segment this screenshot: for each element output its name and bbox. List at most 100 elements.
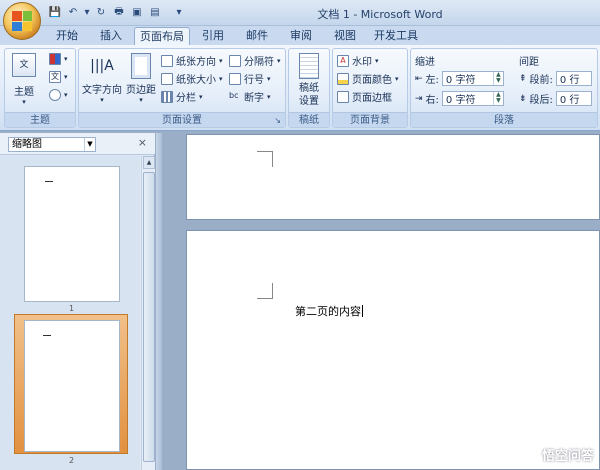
spacing-title: 间距 xyxy=(519,57,539,68)
line-numbers-icon xyxy=(229,72,241,85)
text-direction-button[interactable]: |||A 文字方向 ▾ xyxy=(81,53,123,104)
chevron-down-icon: ▾ xyxy=(22,98,26,106)
themes-group-label: 主题 xyxy=(5,112,75,127)
thumbnail-text-mark xyxy=(43,335,51,336)
tab-references[interactable]: 引用 xyxy=(192,27,234,46)
pane-header: 缩略图 ▼ × xyxy=(0,133,155,155)
chevron-down-icon: ▾ xyxy=(139,96,143,104)
close-icon[interactable]: × xyxy=(138,136,147,149)
page-color-icon xyxy=(337,72,349,85)
line-numbers-button[interactable]: 行号 ▾ xyxy=(229,71,271,86)
themes-group: 文 主题 ▾ ▾ 文 ▾ ▾ 主题 xyxy=(4,48,76,128)
indent-right-icon: ⇥ xyxy=(415,93,423,104)
ribbon: 文 主题 ▾ ▾ 文 ▾ ▾ 主题 |||A 文字方向 ▾ 页边距 ▾ 纸张方向 ▾ xyxy=(0,45,600,131)
spacing-after-icon: ⇟ xyxy=(519,93,527,104)
orientation-button[interactable]: 纸张方向 ▾ xyxy=(161,53,223,68)
indent-title: 缩进 xyxy=(415,57,435,68)
site-watermark: 悟空问答 xyxy=(519,445,594,464)
pane-splitter[interactable] xyxy=(156,133,162,470)
draft-paper-icon xyxy=(299,53,319,79)
office-logo-icon xyxy=(12,11,32,31)
title-bar: 💾 ↶ ▾ ↻ 🖶 ▣ ▤ ▾ 文档 1 - Microsoft Word xyxy=(0,0,600,26)
tab-review[interactable]: 审阅 xyxy=(280,27,322,46)
themes-button[interactable]: 文 主题 ▾ xyxy=(11,53,37,106)
tab-mailings[interactable]: 邮件 xyxy=(236,27,278,46)
chevron-down-icon: ▾ xyxy=(100,96,104,104)
tab-insert[interactable]: 插入 xyxy=(90,27,132,46)
thumbnail-page-number: 1 xyxy=(69,304,75,313)
page-setup-group: |||A 文字方向 ▾ 页边距 ▾ 纸张方向 ▾ 纸张大小 ▾ 分栏 ▾ 分隔符 ▾ 行… xyxy=(78,48,286,128)
indent-right: ⇥ 右: 0 字符 ▲ ▼ xyxy=(415,91,504,106)
paper-size-icon xyxy=(161,72,173,85)
window-title: 文档 1 - Microsoft Word xyxy=(317,8,443,21)
document-page-1[interactable] xyxy=(186,134,600,220)
tab-page-layout[interactable]: 页面布局 xyxy=(134,27,190,46)
paragraph-group: 缩进 间距 ⇤ 左: 0 字符 ▲ ▼ ⇥ 右: 0 字符 ▲ ▼ ⇞ 段前: 0 行 … xyxy=(410,48,598,128)
draft-paper-group: 稿纸 设置 稿纸 xyxy=(288,48,330,128)
tab-developer[interactable]: 开发工具 xyxy=(366,27,426,46)
spacing-before-icon: ⇞ xyxy=(519,73,527,84)
page-borders-button[interactable]: 页面边框 xyxy=(337,89,392,104)
theme-colors-button[interactable]: ▾ xyxy=(49,53,68,65)
watermark-icon: A xyxy=(337,54,349,67)
pane-scrollbar[interactable]: ▲ xyxy=(141,156,155,470)
theme-effects-icon xyxy=(49,89,61,101)
theme-colors-icon xyxy=(49,53,61,65)
office-button[interactable] xyxy=(3,2,41,40)
tab-view[interactable]: 视图 xyxy=(324,27,366,46)
chevron-down-icon: ▼ xyxy=(84,138,95,151)
spacing-after: ⇟ 段后: 0 行 xyxy=(519,91,592,106)
size-button[interactable]: 纸张大小 ▾ xyxy=(161,71,223,86)
margins-icon xyxy=(131,53,151,79)
page-2-body-text[interactable]: 第二页的内容 xyxy=(295,303,363,319)
hyphenation-icon: bc xyxy=(229,90,239,100)
indent-left-input[interactable]: 0 字符 ▲ ▼ xyxy=(441,71,504,86)
thumbnail-text-mark xyxy=(45,181,53,182)
orientation-icon xyxy=(161,54,173,67)
spinner-arrows-icon[interactable]: ▲ ▼ xyxy=(492,92,503,105)
thumbnail-list: 1 2 xyxy=(0,156,140,470)
ribbon-tabs: 开始 插入 页面布局 引用 邮件 审阅 视图 开发工具 xyxy=(0,26,600,46)
thumbnail-page-number: 2 xyxy=(69,456,75,465)
themes-icon: 文 xyxy=(12,53,36,77)
page-background-group-label: 页面背景 xyxy=(333,112,407,127)
theme-fonts-icon: 文 xyxy=(49,71,61,83)
scrollbar-thumb[interactable] xyxy=(143,172,155,462)
page-background-group: A 水印 ▾ 页面颜色 ▾ 页面边框 页面背景 xyxy=(332,48,408,128)
thumbnail-pane: 缩略图 ▼ × 1 2 ▲ xyxy=(0,133,155,470)
hyphenation-button[interactable]: bc 断字 ▾ xyxy=(229,89,271,105)
page-borders-icon xyxy=(337,90,349,103)
tab-home[interactable]: 开始 xyxy=(46,27,88,46)
page-setup-group-label: 页面设置 ↘ xyxy=(79,112,285,127)
theme-fonts-button[interactable]: 文 ▾ xyxy=(49,71,68,83)
page-color-button[interactable]: 页面颜色 ▾ xyxy=(337,71,399,86)
theme-effects-button[interactable]: ▾ xyxy=(49,89,68,101)
spacing-after-input[interactable]: 0 行 xyxy=(555,91,592,106)
page-thumbnail[interactable] xyxy=(24,166,120,302)
indent-left-icon: ⇤ xyxy=(415,73,423,84)
columns-icon xyxy=(161,90,173,103)
pane-view-select[interactable]: 缩略图 ▼ xyxy=(8,137,96,152)
draft-paper-group-label: 稿纸 xyxy=(289,112,329,127)
text-direction-icon: |||A xyxy=(90,58,114,74)
dialog-launcher-icon[interactable]: ↘ xyxy=(274,113,281,128)
draft-paper-button[interactable]: 稿纸 设置 xyxy=(291,53,327,108)
breaks-icon xyxy=(229,54,241,67)
columns-button[interactable]: 分栏 ▾ xyxy=(161,89,203,104)
breaks-button[interactable]: 分隔符 ▾ xyxy=(229,53,281,68)
text-cursor xyxy=(362,305,363,317)
spacing-before-input[interactable]: 0 行 xyxy=(555,71,592,86)
paragraph-group-label: 段落 xyxy=(411,112,597,127)
margins-button[interactable]: 页边距 ▾ xyxy=(125,53,157,104)
speech-bubble-icon xyxy=(519,445,538,464)
document-page-2[interactable]: 第二页的内容 xyxy=(186,230,600,470)
spinner-arrows-icon[interactable]: ▲ ▼ xyxy=(492,72,503,85)
indent-left: ⇤ 左: 0 字符 ▲ ▼ xyxy=(415,71,504,86)
margin-corner-mark xyxy=(257,151,273,167)
indent-right-input[interactable]: 0 字符 ▲ ▼ xyxy=(441,91,504,106)
watermark-button[interactable]: A 水印 ▾ xyxy=(337,53,379,68)
scroll-up-icon[interactable]: ▲ xyxy=(143,156,155,169)
page-thumbnail[interactable] xyxy=(24,320,120,452)
spacing-before: ⇞ 段前: 0 行 xyxy=(519,71,592,86)
margin-corner-mark xyxy=(257,283,273,299)
